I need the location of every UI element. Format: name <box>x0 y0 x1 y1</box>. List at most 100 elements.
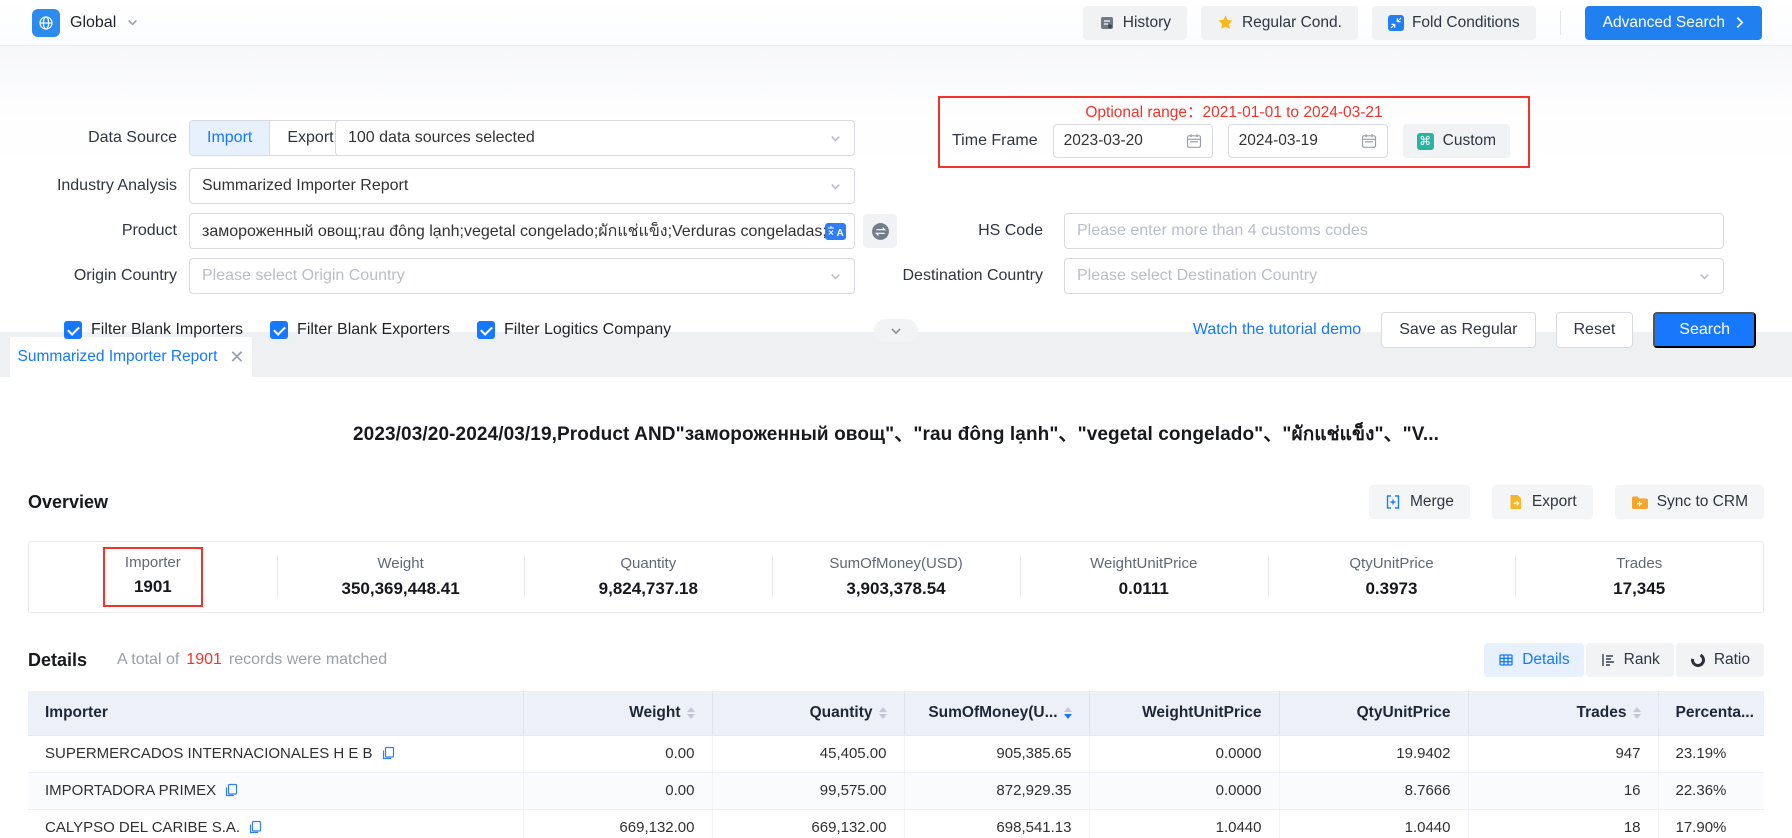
stat-quantity: Quantity 9,824,737.18 <box>524 542 772 612</box>
stat-qty-unit-price: QtyUnitPrice 0.3973 <box>1268 542 1516 612</box>
details-title: Details <box>28 650 87 671</box>
copy-icon[interactable] <box>224 783 238 797</box>
close-icon[interactable]: ✕ <box>229 348 244 366</box>
calendar-icon <box>1186 133 1202 149</box>
sort-icon[interactable] <box>1633 707 1641 719</box>
donut-chart-icon <box>1690 652 1706 668</box>
col-percentage: Percenta... <box>1658 691 1764 735</box>
col-weight[interactable]: Weight <box>523 691 712 735</box>
rank-bars-icon <box>1600 652 1616 668</box>
data-sources-select[interactable]: 100 data sources selected <box>335 120 855 156</box>
regular-cond-button[interactable]: Regular Cond. <box>1201 6 1358 40</box>
export-button[interactable]: Export <box>1492 485 1593 519</box>
search-button[interactable]: Search <box>1653 312 1756 348</box>
copy-icon[interactable] <box>248 820 262 834</box>
details-header: Details A total of1901records were match… <box>28 643 1764 677</box>
optional-range-text: Optional range：2021-01-01 to 2024-03-21 <box>940 100 1528 122</box>
record-count: 1901 <box>186 651 222 668</box>
product-input-wrap: A <box>189 213 855 249</box>
advanced-search-button[interactable]: Advanced Search <box>1585 6 1762 40</box>
sort-icon[interactable] <box>687 707 695 719</box>
topbar: Global History Regular Cond. Fold Condit… <box>0 0 1792 46</box>
overview-stats-card: Importer 1901 Weight 350,369,448.41 Quan… <box>28 541 1764 613</box>
filter-blank-exporters-checkbox[interactable]: Filter Blank Exporters <box>270 321 450 339</box>
fold-icon <box>1388 15 1404 31</box>
view-details-button[interactable]: Details <box>1484 643 1583 677</box>
table-header-row: Importer Weight Quantity SumOfMoney(U...… <box>28 691 1764 735</box>
filter-logitics-company-checkbox[interactable]: Filter Logitics Company <box>477 321 671 339</box>
tutorial-demo-link[interactable]: Watch the tutorial demo <box>1193 321 1361 339</box>
stat-weight-unit-price: WeightUnitPrice 0.0111 <box>1020 542 1268 612</box>
custom-range-button[interactable]: ⌘ Custom <box>1403 124 1510 158</box>
col-trades[interactable]: Trades <box>1468 691 1658 735</box>
data-source-toggle: Import Export <box>189 120 352 156</box>
col-importer: Importer <box>28 691 523 735</box>
search-form: Data Source Import Export 100 data sourc… <box>0 46 1792 332</box>
col-weight-unit-price: WeightUnitPrice <box>1089 691 1279 735</box>
sort-icon[interactable] <box>879 707 887 719</box>
start-date-input[interactable]: 2023-03-20 <box>1053 124 1213 158</box>
reset-button[interactable]: Reset <box>1556 312 1634 348</box>
table-row: IMPORTADORA PRIMEX 0.00 99,575.00 872,92… <box>28 772 1764 809</box>
importer-name[interactable]: IMPORTADORA PRIMEX <box>45 782 216 799</box>
col-qty-unit-price: QtyUnitPrice <box>1279 691 1468 735</box>
chevron-down-icon <box>829 132 842 145</box>
merge-button[interactable]: Merge <box>1369 485 1470 519</box>
details-table: Importer Weight Quantity SumOfMoney(U...… <box>28 691 1764 838</box>
table-grid-icon <box>1498 652 1514 668</box>
history-icon <box>1099 15 1115 31</box>
chevron-down-icon <box>889 324 903 338</box>
globe-icon <box>32 9 60 37</box>
overview-title: Overview <box>28 492 108 513</box>
checkbox-checked-icon <box>270 321 288 339</box>
col-sum-of-money[interactable]: SumOfMoney(U... <box>904 691 1089 735</box>
form-actions: Watch the tutorial demo Save as Regular … <box>1193 312 1756 348</box>
hs-code-input[interactable] <box>1077 222 1711 240</box>
history-button[interactable]: History <box>1083 6 1187 40</box>
importer-name[interactable]: CALYPSO DEL CARIBE S.A. <box>45 819 240 836</box>
chevron-down-icon <box>829 270 842 283</box>
checkbox-checked-icon <box>477 321 495 339</box>
filter-blank-importers-checkbox[interactable]: Filter Blank Importers <box>64 321 243 339</box>
export-icon <box>1508 494 1523 510</box>
destination-country-select[interactable]: Please select Destination Country <box>1064 258 1724 294</box>
collapse-form-button[interactable] <box>874 319 918 342</box>
custom-icon: ⌘ <box>1417 133 1434 150</box>
merge-icon <box>1385 494 1401 510</box>
sync-to-crm-button[interactable]: Sync to CRM <box>1615 485 1764 519</box>
stat-sum-of-money: SumOfMoney(USD) 3,903,378.54 <box>772 542 1020 612</box>
topbar-actions: History Regular Cond. Fold Conditions Ad… <box>1069 6 1762 40</box>
save-as-regular-button[interactable]: Save as Regular <box>1381 312 1535 348</box>
view-switcher: Details Rank Ratio <box>1484 643 1764 677</box>
product-input[interactable] <box>202 222 825 240</box>
chevron-down-icon <box>829 180 842 193</box>
importer-name[interactable]: SUPERMERCADOS INTERNACIONALES H E B <box>45 745 373 762</box>
view-rank-button[interactable]: Rank <box>1586 643 1674 677</box>
copy-icon[interactable] <box>381 746 395 760</box>
hs-code-input-wrap <box>1064 213 1724 249</box>
stat-trades: Trades 17,345 <box>1515 542 1763 612</box>
filter-checkbox-row: Filter Blank Importers Filter Blank Expo… <box>64 312 671 348</box>
col-quantity[interactable]: Quantity <box>712 691 904 735</box>
data-source-label: Data Source <box>0 129 177 147</box>
region-label: Global <box>70 14 116 32</box>
fold-conditions-button[interactable]: Fold Conditions <box>1372 6 1536 40</box>
folder-sync-icon <box>1631 495 1648 510</box>
table-row: CALYPSO DEL CARIBE S.A. 669,132.00 669,1… <box>28 809 1764 838</box>
region-selector[interactable]: Global <box>32 9 139 37</box>
sort-icon-active-desc[interactable] <box>1064 707 1072 719</box>
end-date-input[interactable]: 2024-03-19 <box>1228 124 1388 158</box>
chevron-down-icon <box>1698 270 1711 283</box>
annotation-box-timeframe: Optional range：2021-01-01 to 2024-03-21 … <box>938 96 1530 168</box>
product-label: Product <box>0 222 177 240</box>
overview-header: Overview Merge Export Sync to CRM <box>28 485 1764 519</box>
origin-country-select[interactable]: Please select Origin Country <box>189 258 855 294</box>
star-icon <box>1217 14 1234 31</box>
import-tab[interactable]: Import <box>190 121 269 155</box>
origin-country-label: Origin Country <box>0 267 177 285</box>
view-ratio-button[interactable]: Ratio <box>1676 643 1764 677</box>
industry-analysis-select[interactable]: Summarized Importer Report <box>189 168 855 204</box>
stat-weight: Weight 350,369,448.41 <box>277 542 525 612</box>
table-row: SUPERMERCADOS INTERNACIONALES H E B 0.00… <box>28 735 1764 772</box>
industry-analysis-label: Industry Analysis <box>0 177 177 195</box>
